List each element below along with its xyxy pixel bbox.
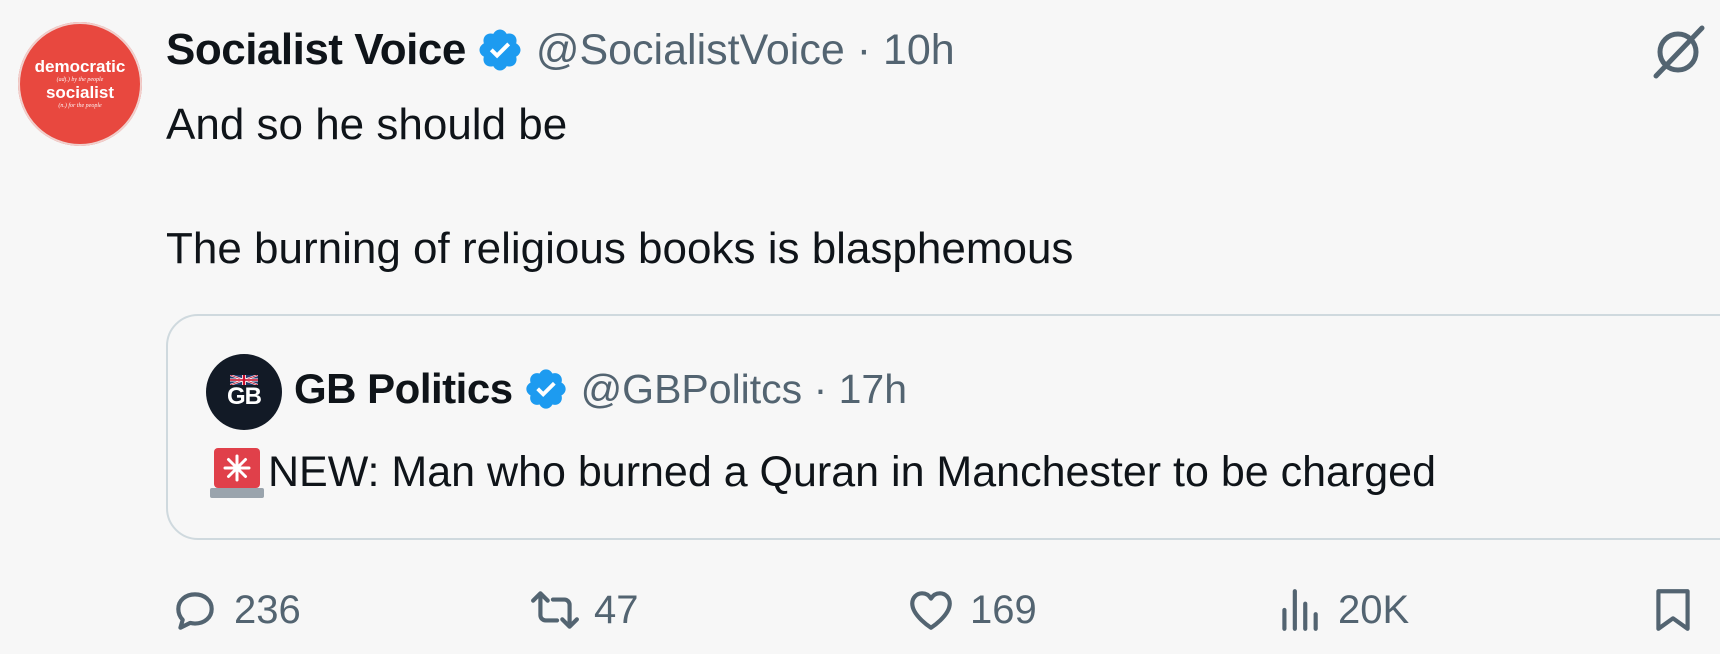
reply-count: 236	[234, 587, 301, 632]
retweet-count: 47	[594, 587, 639, 632]
analytics-icon	[1282, 589, 1318, 631]
views-button[interactable]: 20K	[1274, 580, 1409, 640]
bookmark-button[interactable]	[1648, 580, 1712, 640]
author-handle-time[interactable]: @SocialistVoice · 10h	[536, 26, 955, 75]
tweet-text: And so he should be The burning of relig…	[166, 94, 1073, 280]
quoted-author-name: GB Politics	[294, 365, 513, 412]
action-bar: 236 47 169 20K	[166, 580, 1706, 640]
reply-icon	[176, 592, 214, 630]
quoted-text-content: NEW: Man who burned a Quran in Mancheste…	[268, 448, 1437, 496]
avatar-text-socialist: socialist	[45, 83, 115, 102]
like-count: 169	[970, 587, 1037, 632]
tweet-header: Socialist Voice @SocialistVoice · 10h	[166, 20, 955, 80]
reply-button[interactable]: 236	[170, 580, 301, 640]
avatar-text-sub1: (adj.) by the people	[56, 77, 104, 83]
quoted-handle-time: @GBPolitcs · 17h	[580, 365, 908, 412]
tweet-line-2: The burning of religious books is blasph…	[166, 224, 1074, 273]
author-avatar[interactable]: democratic (adj.) by the people socialis…	[18, 22, 142, 146]
like-button[interactable]: 169	[906, 580, 1037, 640]
quoted-avatar-text: GB	[227, 383, 262, 410]
tweet-line-1: And so he should be	[166, 100, 568, 149]
siren-emoji-icon	[210, 448, 264, 498]
view-count: 20K	[1338, 587, 1410, 632]
avatar-text-democratic: democratic	[34, 57, 126, 76]
quoted-avatar: GB	[206, 354, 282, 430]
grok-icon[interactable]	[1648, 22, 1708, 82]
verified-badge-icon[interactable]	[476, 26, 524, 74]
bookmark-icon	[1656, 589, 1690, 631]
retweet-icon	[531, 591, 579, 629]
avatar-text-sub2: (n.) for the people	[58, 103, 102, 109]
quoted-text: NEW: Man who burned a Quran in Mancheste…	[208, 442, 1436, 502]
retweet-button[interactable]: 47	[530, 580, 639, 640]
quoted-tweet[interactable]: GB GB Politics @GBPolitcs · 17h NEW: Man…	[166, 314, 1720, 540]
quoted-header: GB Politics @GBPolitcs · 17h	[294, 356, 907, 422]
verified-badge-icon	[525, 369, 566, 409]
heart-icon	[910, 591, 952, 630]
author-name[interactable]: Socialist Voice	[166, 25, 466, 75]
